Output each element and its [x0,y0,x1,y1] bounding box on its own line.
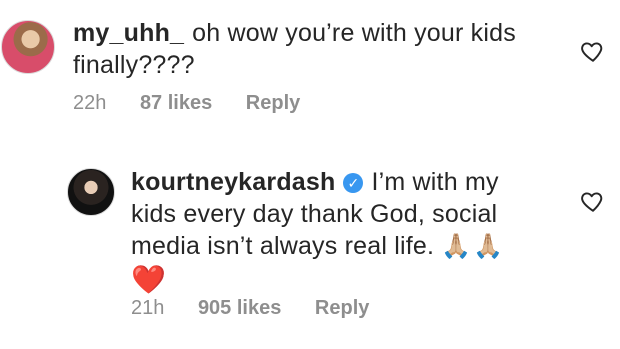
comment-timestamp[interactable]: 22h [73,92,106,114]
praying-hands-emoji: 🙏🏼🙏🏼 [441,233,506,260]
comment-username[interactable]: my_uhh_ [73,19,184,47]
verified-badge-icon: ✓ [343,173,364,193]
heart-outline-icon[interactable] [580,188,606,214]
comment-body: my_uhh_ oh wow you’re with your kids fina… [73,17,543,81]
comment-likes-count[interactable]: 905 likes [198,297,281,319]
avatar[interactable] [1,20,55,74]
comment-meta: 22h 87 likes Reply [73,92,328,115]
reply-button[interactable]: Reply [315,297,369,319]
comment-timestamp[interactable]: 21h [131,297,164,319]
red-heart-emoji: ❤️ [131,264,167,295]
reply-button[interactable]: Reply [246,92,300,114]
comment-meta: 21h 905 likes Reply [131,297,397,320]
avatar[interactable] [67,168,115,216]
comment-likes-count[interactable]: 87 likes [140,92,212,114]
comment-body: kourtneykardash ✓ I’m with my kids every d… [131,166,551,297]
heart-outline-icon[interactable] [580,38,606,64]
comment-username[interactable]: kourtneykardash [131,168,335,196]
